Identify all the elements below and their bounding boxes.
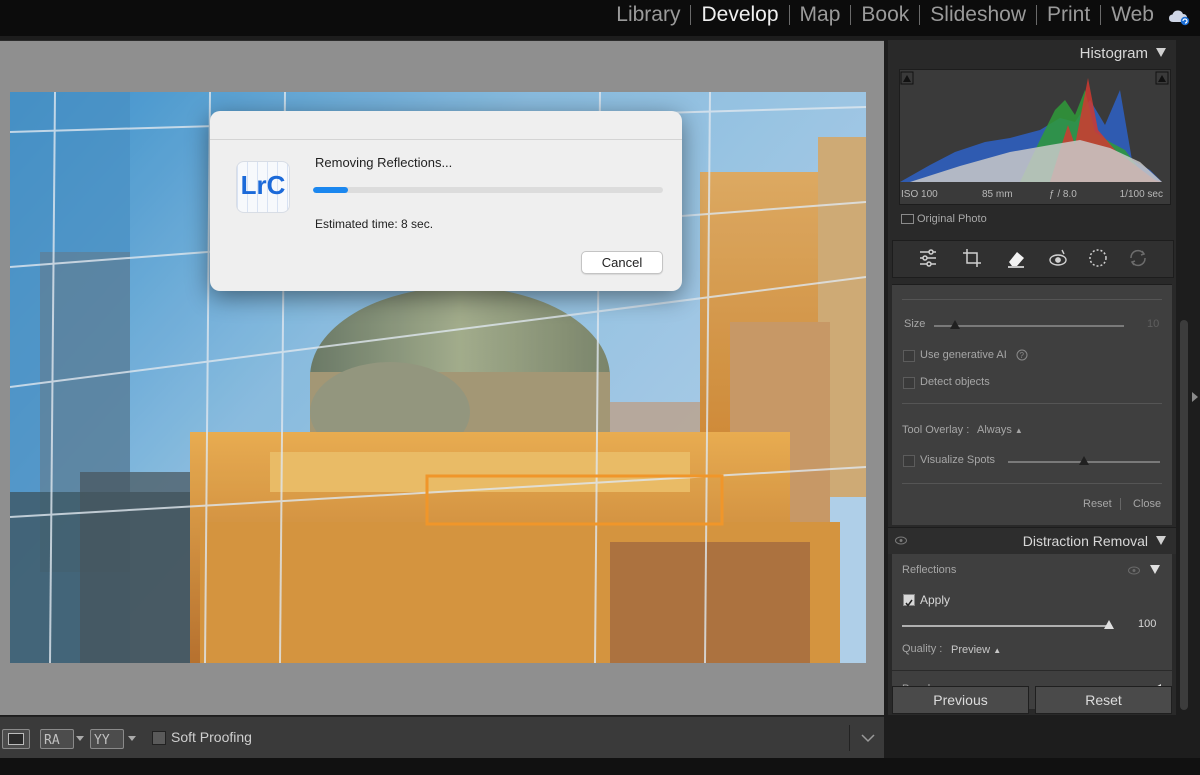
visualize-spots-thumb[interactable] <box>1079 456 1089 465</box>
divider <box>902 299 1162 300</box>
eye-icon[interactable] <box>895 536 907 545</box>
right-panel: Histogram ISO 100 85 mm ƒ / 8.0 1/100 se… <box>888 40 1176 715</box>
visualize-spots-checkbox[interactable] <box>903 455 915 467</box>
remove-tool-options: Size 10 Use generative AI ? Detect objec… <box>892 284 1172 525</box>
size-value: 10 <box>1147 318 1160 330</box>
tool-overlay-label: Tool Overlay : <box>902 424 970 436</box>
aperture-value: ƒ / 8.0 <box>1049 189 1077 200</box>
distraction-removal-body: Reflections Apply 100 Quality : Preview … <box>892 554 1172 674</box>
progress-bar-fill <box>313 187 348 193</box>
histogram-title: Histogram <box>1079 45 1148 62</box>
sliders-icon[interactable] <box>917 247 939 269</box>
detect-objects-checkbox[interactable] <box>903 377 915 389</box>
eraser-icon[interactable] <box>1005 247 1027 269</box>
tool-strip <box>892 240 1174 278</box>
quality-value: Preview <box>951 644 991 656</box>
close-tool-button[interactable]: Close <box>1133 498 1161 510</box>
crop-icon[interactable] <box>961 247 983 269</box>
expand-triangle-icon[interactable] <box>1150 565 1160 574</box>
cancel-button[interactable]: Cancel <box>581 251 663 274</box>
original-photo-label: Original Photo <box>917 213 987 225</box>
svg-text:?: ? <box>1020 351 1025 360</box>
updown-chevron-icon: ▲︎ <box>993 646 1002 655</box>
module-slideshow[interactable]: Slideshow <box>920 3 1036 27</box>
red-eye-icon[interactable] <box>1047 247 1069 269</box>
updown-chevron-icon: ▲︎ <box>1014 426 1023 435</box>
size-label: Size <box>904 318 926 330</box>
module-map[interactable]: Map <box>790 3 851 27</box>
reflections-amount-value: 100 <box>1138 618 1157 630</box>
svg-text:YY: YY <box>94 733 110 748</box>
module-book[interactable]: Book <box>851 3 919 27</box>
progress-bar <box>313 187 663 193</box>
module-print[interactable]: Print <box>1037 3 1100 27</box>
apply-checkbox[interactable] <box>903 594 915 607</box>
filmstrip-bar <box>0 758 1200 775</box>
reset-tool-button[interactable]: Reset <box>1083 498 1112 510</box>
bottom-toolbar: RA YY Soft Proofing <box>0 716 884 759</box>
divider <box>1120 498 1121 510</box>
toolbar-content-menu[interactable] <box>849 725 884 751</box>
soft-proofing-checkbox[interactable] <box>152 731 166 745</box>
chevron-down-icon <box>861 734 875 743</box>
module-picker-bar: Library Develop Map Book Slideshow Print… <box>0 0 1200 36</box>
eye-icon[interactable] <box>1128 566 1140 575</box>
module-web[interactable]: Web <box>1101 3 1164 27</box>
shutter-value: 1/100 sec <box>1119 189 1163 200</box>
divider <box>902 483 1162 484</box>
app-icon-label: LrC <box>240 170 286 200</box>
reflections-amount-thumb[interactable] <box>1104 620 1114 629</box>
dialog-title: Removing Reflections... <box>315 155 453 170</box>
histogram-header[interactable]: Histogram <box>888 40 1176 66</box>
help-icon[interactable]: ? <box>1016 349 1028 361</box>
loupe-view-icon[interactable] <box>2 729 30 749</box>
distraction-removal-title: Distraction Removal <box>1022 533 1148 549</box>
reset-button[interactable]: Reset <box>1035 686 1172 714</box>
detect-objects-label: Detect objects <box>920 376 990 388</box>
svg-text:RA: RA <box>44 733 60 748</box>
use-generative-ai-label: Use generative AI <box>920 349 1007 361</box>
before-after-top-bottom-icon[interactable]: YY <box>90 729 124 749</box>
collapse-triangle-icon[interactable] <box>1156 48 1166 57</box>
reflections-label: Reflections <box>902 564 957 576</box>
original-photo-checkbox[interactable] <box>901 214 914 225</box>
lightroom-classic-app-icon: LrC <box>236 161 290 213</box>
size-slider[interactable] <box>934 325 1124 327</box>
chevron-down-icon[interactable] <box>76 736 84 742</box>
module-picker: Library Develop Map Book Slideshow Print… <box>606 3 1164 27</box>
module-library[interactable]: Library <box>606 3 690 27</box>
size-slider-thumb[interactable] <box>950 320 960 329</box>
progress-dialog: LrC Removing Reflections... Estimated ti… <box>210 111 682 291</box>
tool-overlay-value: Always <box>977 424 1012 436</box>
focal-length-value: 85 mm <box>982 189 1013 200</box>
tool-overlay-select[interactable]: Always ▲︎ <box>977 424 1023 436</box>
divider <box>902 403 1162 404</box>
panel-toggle-arrow-icon[interactable] <box>1192 392 1198 402</box>
histogram[interactable] <box>899 69 1171 205</box>
use-generative-ai-checkbox[interactable] <box>903 350 915 362</box>
original-photo-toggle[interactable]: Original Photo <box>901 213 987 225</box>
previous-button[interactable]: Previous <box>892 686 1029 714</box>
distraction-removal-header[interactable]: Distraction Removal <box>888 527 1176 554</box>
apply-label: Apply <box>920 593 951 607</box>
cloud-sync-icon[interactable] <box>1168 8 1190 26</box>
dialog-divider <box>210 139 682 140</box>
module-develop[interactable]: Develop <box>691 3 788 27</box>
quality-select[interactable]: Preview ▲︎ <box>951 644 1001 656</box>
visualize-spots-label: Visualize Spots <box>920 454 996 466</box>
soft-proofing-label: Soft Proofing <box>171 729 252 745</box>
estimated-time-label: Estimated time: 8 sec. <box>315 217 434 231</box>
iso-value: ISO 100 <box>901 189 938 200</box>
collapse-triangle-icon[interactable] <box>1156 536 1166 545</box>
mask-icon[interactable] <box>1087 247 1109 269</box>
panel-scrollbar[interactable] <box>1180 320 1188 710</box>
presets-icon[interactable] <box>1127 247 1149 269</box>
before-after-left-right-icon[interactable]: RA <box>40 729 74 749</box>
chevron-down-icon[interactable] <box>128 736 136 742</box>
quality-label: Quality : <box>902 643 943 655</box>
reflections-amount-slider[interactable] <box>902 625 1112 627</box>
